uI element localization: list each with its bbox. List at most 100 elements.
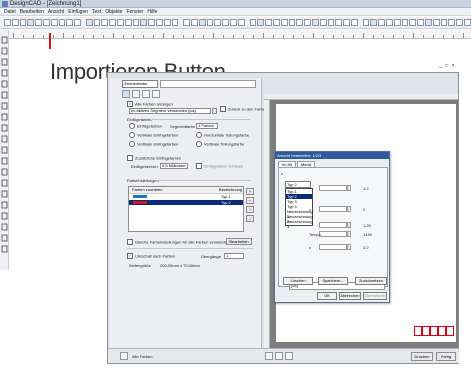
chevron-down-icon[interactable] — [347, 244, 351, 250]
segment-color-field[interactable]: 1 Farben — [196, 123, 218, 129]
toolbar-button[interactable] — [101, 19, 109, 26]
chevron-down-icon[interactable] — [212, 108, 217, 114]
measure-icon[interactable] — [1, 146, 8, 154]
insert-influence-checkbox[interactable]: Einfügefarbe: Einfluss — [196, 163, 243, 170]
toolbar-button[interactable] — [249, 19, 257, 26]
toolbar-button[interactable] — [311, 19, 319, 26]
line-icon[interactable] — [1, 69, 8, 77]
toolbar-button[interactable] — [237, 19, 245, 26]
dialog-field[interactable] — [319, 231, 347, 237]
toolbar-button[interactable] — [335, 19, 343, 26]
dialog-button[interactable]: Zurücksetzen — [355, 277, 387, 285]
menu-item-0[interactable]: Datei — [4, 8, 16, 16]
toolbar-button[interactable] — [370, 19, 378, 26]
zoom-icon[interactable] — [275, 352, 283, 360]
select-icon[interactable] — [1, 58, 8, 66]
toolbar-button[interactable] — [424, 19, 432, 26]
fill-icon[interactable] — [1, 157, 8, 165]
toolbar-button[interactable] — [148, 19, 156, 26]
type-select[interactable]: Typ 2 — [285, 181, 311, 188]
option-vertical-divide[interactable]: Vertikale Teilungsfarbe — [196, 141, 244, 148]
menu-item-4[interactable]: Text — [92, 8, 101, 16]
import-button[interactable] — [19, 19, 27, 26]
toolbar-button[interactable] — [304, 19, 311, 26]
menu-item-7[interactable]: Hilfe — [147, 8, 157, 16]
option-insert-colors[interactable]: Einfügefarben — [129, 123, 162, 130]
toolbar-button[interactable] — [109, 19, 117, 26]
menu-item-5[interactable]: Objekte — [105, 8, 122, 16]
dropdown-option[interactable]: Neuzeichnung 3 — [286, 219, 313, 229]
toolbar-button[interactable] — [66, 19, 74, 26]
arrow-icon[interactable] — [265, 352, 273, 360]
table-row[interactable] — [129, 212, 243, 217]
toolbar-button[interactable] — [206, 19, 214, 26]
segment-dropdown[interactable]: Im aktiven Segment verwenden (lok) — [129, 108, 211, 114]
table-side-button[interactable]: − — [246, 197, 254, 204]
dialog-button[interactable]: Löschen — [283, 277, 313, 285]
toolbar-button[interactable] — [440, 19, 448, 26]
eraser-icon[interactable] — [1, 168, 8, 176]
toolbar-button[interactable] — [42, 19, 50, 26]
apply-button[interactable]: Übernehmen — [363, 292, 387, 300]
toolbar-button[interactable] — [448, 19, 456, 26]
menu-item-2[interactable]: Ansicht — [48, 8, 64, 16]
menu-item-1[interactable]: Bearbeiten — [20, 8, 44, 16]
node-icon[interactable] — [1, 245, 8, 253]
polyline-icon[interactable] — [1, 80, 8, 88]
table-row[interactable] — [129, 218, 243, 223]
curve-icon[interactable] — [1, 91, 8, 99]
toolbar-button[interactable] — [140, 19, 148, 26]
table-row[interactable]: Typ 1 — [129, 194, 243, 199]
toolbar-button[interactable] — [265, 19, 272, 26]
toolbar-button[interactable] — [50, 19, 58, 26]
toolbar-button[interactable] — [93, 19, 101, 26]
table-row[interactable]: Typ 2 — [129, 200, 243, 205]
toolbar-button[interactable] — [11, 19, 19, 26]
toolbar-button[interactable] — [288, 19, 296, 26]
toolbar-button[interactable] — [296, 19, 304, 26]
color-icon[interactable] — [122, 90, 130, 98]
pan-icon[interactable] — [1, 124, 8, 132]
hand-icon[interactable] — [1, 223, 8, 231]
insert-range-field[interactable]: 0,5 Millimeter — [160, 163, 188, 169]
toolbar-button[interactable] — [343, 19, 350, 26]
dialog-field[interactable] — [319, 222, 347, 228]
dialog-field[interactable] — [319, 185, 347, 191]
zoom-out-icon[interactable] — [1, 113, 8, 121]
toolbar-button[interactable] — [117, 19, 124, 26]
toolbar-button[interactable] — [350, 19, 358, 26]
all-colors-checkbox[interactable]: Alle Farben anzeigen — [127, 101, 173, 108]
toolbar-button[interactable] — [124, 19, 132, 26]
panel-window-controls[interactable]: _ □ × — [439, 63, 456, 69]
option-horizontal-divide[interactable]: Horizontale Teilungsfarbe — [196, 132, 249, 139]
toolbar-button[interactable] — [432, 19, 440, 26]
cancel-button[interactable]: Abbrechen — [339, 292, 361, 300]
ok-button[interactable]: OK — [317, 292, 337, 300]
toolbar-button[interactable] — [327, 19, 335, 26]
toolbar-button[interactable] — [85, 19, 93, 26]
grid-icon[interactable] — [132, 90, 140, 98]
toolbar-button[interactable] — [257, 19, 265, 26]
table-side-button[interactable]: + — [246, 188, 254, 195]
toolbar-button[interactable] — [230, 19, 237, 26]
done-button[interactable]: Fertig — [436, 352, 456, 361]
toolbar-button[interactable] — [222, 19, 230, 26]
toolbar-button[interactable] — [132, 19, 140, 26]
toolbar-button[interactable] — [362, 19, 370, 26]
same-settings-checkbox[interactable]: Gleiche Farbeinstellungen für alle Farbe… — [127, 239, 229, 246]
toolbar-button[interactable] — [214, 19, 222, 26]
line-icon[interactable] — [142, 90, 150, 98]
toolbar-button[interactable] — [191, 19, 198, 26]
toolbar-button[interactable] — [4, 19, 11, 26]
settings-icon[interactable] — [152, 90, 160, 98]
menu-item-6[interactable]: Fenster — [126, 8, 143, 16]
table-side-button[interactable]: ↓ — [246, 215, 254, 222]
dialog-field[interactable] — [319, 244, 347, 250]
toolbar-button[interactable] — [58, 19, 66, 26]
toolbar-button[interactable] — [401, 19, 409, 26]
panel-mode-select[interactable]: Zeichenfarbe — [122, 80, 158, 88]
toolbar-button[interactable] — [163, 19, 171, 26]
toolbar-button[interactable] — [463, 19, 471, 26]
toolbar-button[interactable] — [409, 19, 417, 26]
option-vertical-insert-2[interactable]: Vertikale Einfügefarben — [129, 141, 178, 148]
